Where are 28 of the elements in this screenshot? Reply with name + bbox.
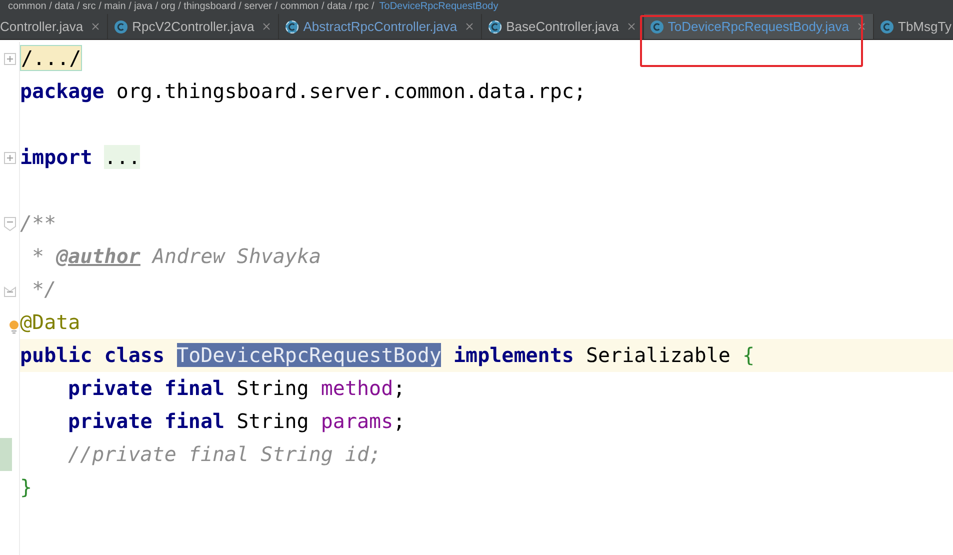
breadcrumb-item[interactable]: ToDeviceRpcRequestBody [379, 1, 498, 13]
expand-icon[interactable] [4, 152, 16, 164]
editor-tab[interactable]: Controller.java [0, 14, 108, 39]
expand-icon[interactable] [4, 52, 16, 64]
code-line: private final String params; [68, 408, 406, 435]
close-icon[interactable] [626, 21, 637, 32]
class-icon [650, 20, 664, 34]
close-icon[interactable] [856, 21, 868, 32]
close-icon[interactable] [90, 21, 102, 32]
class-icon [880, 20, 894, 34]
close-icon[interactable] [464, 21, 476, 32]
code-line: } [20, 474, 32, 501]
code-line: @Data [20, 309, 80, 336]
code-line: import ... [20, 144, 140, 171]
code-line: /** [20, 210, 56, 237]
class-icon [488, 20, 502, 34]
code-line: package org.thingsboard.server.common.data.rpc; [20, 78, 586, 105]
class-icon [285, 20, 300, 34]
code-line: public class ToDeviceRpcRequestBody implements Serializable { [20, 342, 755, 369]
bulb-icon[interactable] [8, 320, 20, 334]
code-line: private final String method; [68, 375, 406, 402]
breadcrumb-path[interactable]: common / data / src / main / java / org / thingsboard / server / common / data / rpc / [8, 1, 374, 13]
class-icon [114, 20, 128, 34]
code-line: //private final String id; [68, 441, 382, 468]
code-line: * @author Andrew Shvayka [31, 243, 322, 270]
code-line: */ [31, 276, 56, 303]
collapse-icon[interactable] [4, 216, 16, 230]
close-icon[interactable] [261, 21, 272, 32]
